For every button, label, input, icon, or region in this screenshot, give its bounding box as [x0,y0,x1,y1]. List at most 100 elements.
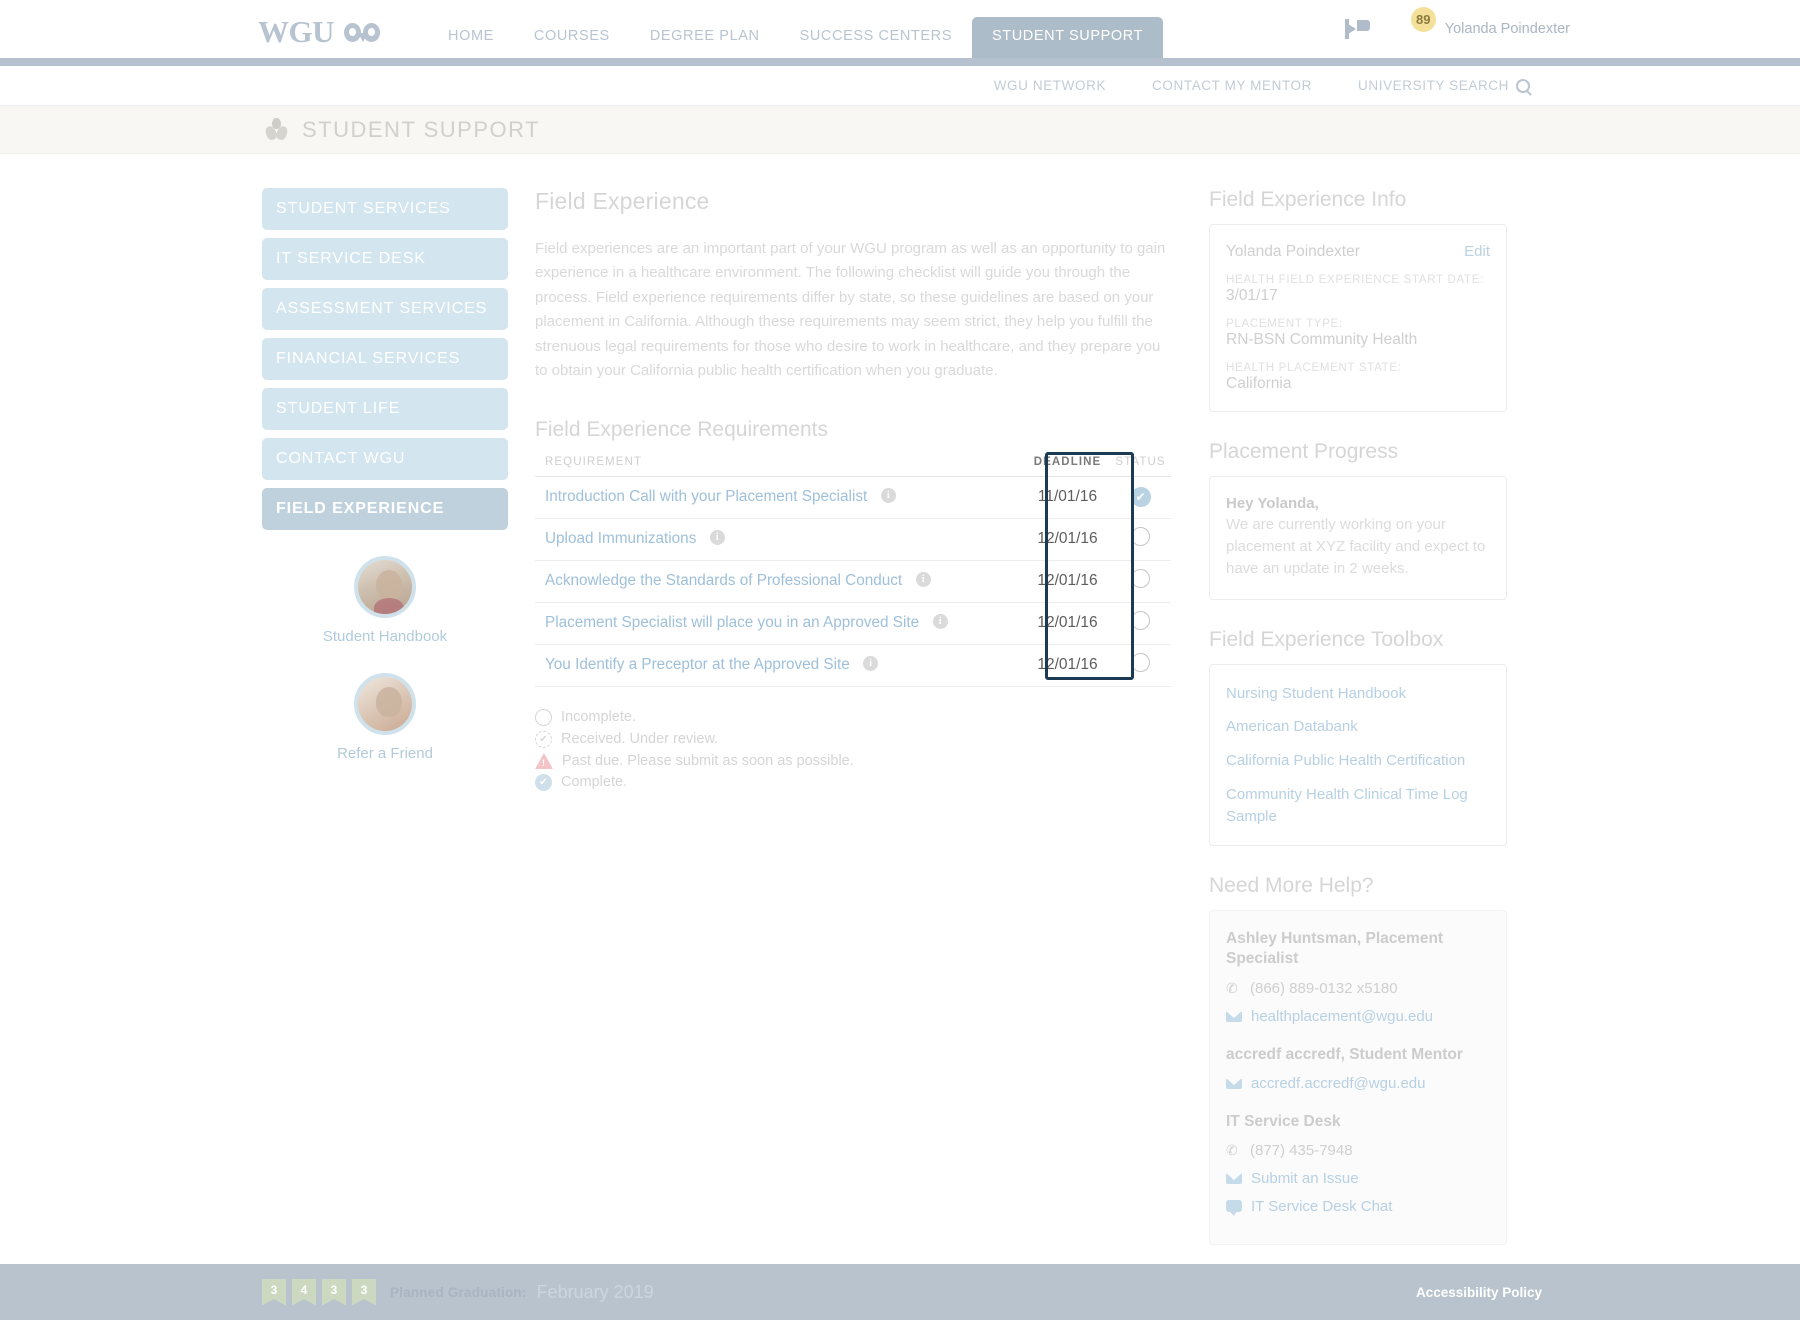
table-row: Upload Immunizations i 12/01/16 [535,519,1171,561]
legend-item-complete: ✔ Complete. [535,773,1171,791]
main-column: Field Experience Field experiences are a… [535,188,1171,1273]
promo-label: Student Handbook [322,628,448,645]
wgu-logo[interactable]: WGU [258,14,382,58]
chat-icon [1226,1200,1242,1217]
info-icon[interactable]: i [932,614,948,630]
status-cell: ✔ [1110,478,1171,516]
subnav-item-contact-my-mentor[interactable]: CONTACT MY MENTOR [1152,78,1312,93]
field-experience-info-title: Field Experience Info [1209,188,1407,211]
check-circle-icon: ✔ [1130,487,1151,508]
promo-label: Refer a Friend [337,745,433,762]
info-icon[interactable]: i [863,656,879,672]
requirement-cell: Acknowledge the Standards of Professiona… [535,563,1025,599]
field-experience-title: Field Experience [535,188,710,214]
legend-label: Past due. Please submit as soon as possi… [562,752,854,769]
user-name[interactable]: Yolanda Poindexter [1445,21,1570,37]
empty-circle-icon [1131,569,1150,589]
nav-item-home[interactable]: HOME [428,18,514,58]
sidebar-item-student-services[interactable]: STUDENT SERVICES [262,188,508,230]
left-sidebar: STUDENT SERVICES IT SERVICE DESK ASSESSM… [262,188,508,1273]
toolbox-link-community-health-clinical-time-log-sample[interactable]: Community Health Clinical Time Log Sampl… [1226,784,1490,828]
table-row: Introduction Call with your Placement Sp… [535,477,1171,519]
requirement-cell: You Identify a Preceptor at the Approved… [535,647,1025,683]
legend-item-received: ✔ Received. Under review. [535,730,1171,748]
mail-badge: 89 [1410,7,1436,32]
accessibility-policy-link[interactable]: Accessibility Policy [1416,1285,1542,1300]
deadline-cell: 12/01/16 [1037,614,1098,632]
envelope-icon [1226,1172,1242,1184]
subnav-item-wgu-network[interactable]: WGU NETWORK [994,78,1106,93]
requirement-link[interactable]: Upload Immunizations [545,530,696,547]
contact-phone-row: ✆ (866) 889-0132 x5180 [1226,980,1490,997]
submit-an-issue-link[interactable]: Submit an Issue [1251,1170,1359,1187]
column-header-deadline: DEADLINE [1033,455,1102,468]
progress-ribbons: 3 4 3 3 [262,1278,376,1306]
info-field-label: HEALTH FIELD EXPERIENCE START DATE: [1226,274,1484,286]
empty-circle-icon [1131,653,1150,673]
nav-item-success-centers[interactable]: SUCCESS CENTERS [780,18,972,58]
promo-refer-a-friend[interactable]: Refer a Friend [262,673,508,762]
status-cell [1110,518,1171,560]
contact-email-link[interactable]: healthplacement@wgu.edu [1251,1008,1433,1025]
check-circle-icon: ✔ [535,773,552,791]
sidebar-item-label: IT SERVICE DESK [276,250,426,267]
requirement-cell: Placement Specialist will place you in a… [535,605,1025,641]
sidebar-item-student-life[interactable]: STUDENT LIFE [262,388,508,430]
requirements-table: REQUIREMENT DEADLINE STATUS Introduction… [535,451,1171,687]
status-legend: Incomplete. ✔ Received. Under review. Pa… [535,708,1171,791]
table-row: Placement Specialist will place you in a… [535,603,1171,645]
page-title: STUDENT SUPPORT [302,116,541,142]
nav-item-degree-plan[interactable]: DEGREE PLAN [630,18,780,58]
sidebar-item-field-experience[interactable]: FIELD EXPERIENCE [262,488,508,530]
helping-hands-icon [263,117,290,143]
requirement-link[interactable]: Acknowledge the Standards of Professiona… [545,572,902,589]
progress-body: We are currently working on your placeme… [1226,516,1486,578]
field-experience-info-card: Yolanda Poindexter Edit HEALTH FIELD EXP… [1209,224,1507,412]
university-search-label: UNIVERSITY SEARCH [1358,78,1509,93]
info-field-value: 3/01/17 [1226,287,1278,304]
info-icon[interactable]: i [709,530,725,546]
requirement-link[interactable]: Placement Specialist will place you in a… [545,614,919,631]
requirement-link[interactable]: Introduction Call with your Placement Sp… [545,488,867,505]
sidebar-item-contact-wgu[interactable]: CONTACT WGU [262,438,508,480]
it-service-desk-chat-row: IT Service Desk Chat [1226,1198,1490,1217]
empty-circle-icon [1131,527,1150,547]
contact-email-row: accredf.accredf@wgu.edu [1226,1075,1490,1092]
requirement-cell: Upload Immunizations i [535,521,1025,557]
legend-label: Complete. [561,774,628,791]
it-service-desk-chat-link[interactable]: IT Service Desk Chat [1251,1198,1392,1215]
table-row: You Identify a Preceptor at the Approved… [535,645,1171,687]
requirement-link[interactable]: You Identify a Preceptor at the Approved… [545,656,850,673]
contact-email-link[interactable]: accredf.accredf@wgu.edu [1251,1075,1426,1092]
nav-item-student-support[interactable]: STUDENT SUPPORT [972,17,1164,58]
sidebar-item-assessment-services[interactable]: ASSESSMENT SERVICES [262,288,508,330]
contact-name-placement-specialist: Ashley Huntsman, Placement Specialist [1226,930,1444,968]
info-field-value: RN-BSN Community Health [1226,331,1418,348]
info-icon[interactable]: i [915,572,931,588]
toolbox-link-american-databank[interactable]: American Databank [1226,716,1490,738]
sidebar-item-label: CONTACT WGU [276,450,406,467]
table-row: Acknowledge the Standards of Professiona… [535,561,1171,603]
sidebar-item-financial-services[interactable]: FINANCIAL SERVICES [262,338,508,380]
empty-circle-icon [535,708,552,726]
info-student-name: Yolanda Poindexter [1226,243,1360,260]
contact-phone: (877) 435-7948 [1250,1141,1353,1159]
warning-triangle-icon [535,752,553,769]
promo-student-handbook[interactable]: Student Handbook [262,556,508,645]
info-icon[interactable]: i [880,488,896,504]
toolbox-link-nursing-student-handbook[interactable]: Nursing Student Handbook [1226,683,1490,705]
contact-name-it-service-desk: IT Service Desk [1226,1112,1341,1130]
requirements-title: Field Experience Requirements [535,417,828,441]
edit-link[interactable]: Edit [1464,243,1490,260]
ribbon-badge: 3 [352,1278,376,1306]
nav-item-courses[interactable]: COURSES [514,18,630,58]
legend-item-past-due: Past due. Please submit as soon as possi… [535,752,1171,769]
megaphone-icon[interactable] [1344,18,1371,40]
mail-icon[interactable]: 89 [1392,7,1436,40]
toolbox-link-california-public-health-certification[interactable]: California Public Health Certification [1226,750,1490,772]
deadline-cell: 12/01/16 [1037,530,1098,548]
sidebar-item-label: ASSESSMENT SERVICES [276,300,488,317]
university-search-link[interactable]: UNIVERSITY SEARCH [1358,78,1530,93]
sidebar-item-it-service-desk[interactable]: IT SERVICE DESK [262,238,508,280]
need-more-help-title: Need More Help? [1209,874,1374,898]
